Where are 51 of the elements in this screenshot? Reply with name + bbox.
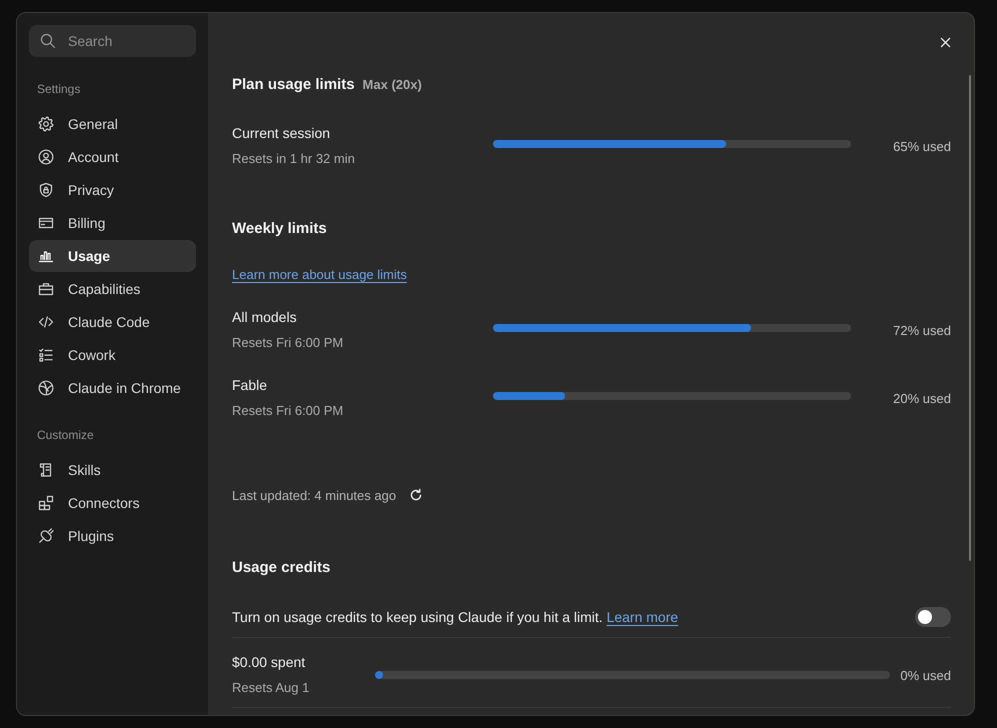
sidebar-item[interactable]: Billing [29,207,196,239]
globe-icon [38,380,54,396]
gear-icon [38,116,54,132]
usage-reading: 20% used [893,390,951,406]
sidebar-item[interactable]: Plugins [29,520,196,552]
scrollbar-thumb[interactable] [969,75,971,561]
reset-time: Resets Fri 6:00 PM [232,334,344,352]
section-heading: Customize [36,427,95,443]
sidebar-item[interactable]: Cowork [29,339,196,371]
plan-tier-label: Max (20x) [362,76,422,94]
credits-toggle[interactable] [915,607,951,627]
reset-time: Resets Fri 6:00 PM [232,402,344,420]
scroll-icon [38,462,54,478]
sidebar-item[interactable]: Privacy [29,174,196,206]
sidebar-item[interactable]: Connectors [29,487,196,519]
user-circle-icon [38,149,54,165]
plug-icon [38,528,54,544]
learn-more-link[interactable]: Learn more about usage limits [232,267,407,282]
briefcase-icon [38,281,54,297]
sidebar-item[interactable]: Claude in Chrome [29,372,196,404]
section-title: Usage credits [232,558,330,578]
limit-label: Fable [232,376,268,395]
code-icon [38,314,54,330]
usage-reading: 0% used [900,668,951,682]
limit-label: All models [232,308,297,327]
sidebar-item[interactable]: Account [29,141,196,173]
section-title: Weekly limits [232,219,327,239]
sidebar-item[interactable]: General [29,108,196,140]
sidebar-item[interactable]: Usage [29,240,196,272]
checklist-icon [38,347,54,363]
reset-time: Resets in 1 hr 32 min [232,150,355,168]
refresh-icon[interactable] [409,488,424,502]
usage-reading: 72% used [893,322,951,338]
blocks-icon [38,495,54,511]
close-icon[interactable] [939,36,952,48]
spent-amount: $0.00 spent [232,653,306,672]
search-icon [40,33,56,49]
last-updated-text: Last updated: 4 minutes ago [232,488,396,502]
search-field[interactable]: Search [29,25,196,57]
sidebar-item[interactable]: Capabilities [29,273,196,305]
limit-label: Current session [232,124,330,143]
section-title: Plan usage limits [232,75,355,95]
credit-card-icon [38,215,54,231]
section-heading: Settings [36,81,82,97]
shield-lock-icon [38,182,54,198]
sidebar-item[interactable]: Claude Code [29,306,196,338]
reset-time: Resets Aug 1 [232,679,310,697]
credits-description: Turn on usage credits to keep using Claude if you hit a limit. Learn more [232,608,678,627]
learn-more-link[interactable]: Learn more [606,609,678,625]
usage-reading: 65% used [893,138,951,154]
sidebar-item[interactable]: Skills [29,454,196,486]
